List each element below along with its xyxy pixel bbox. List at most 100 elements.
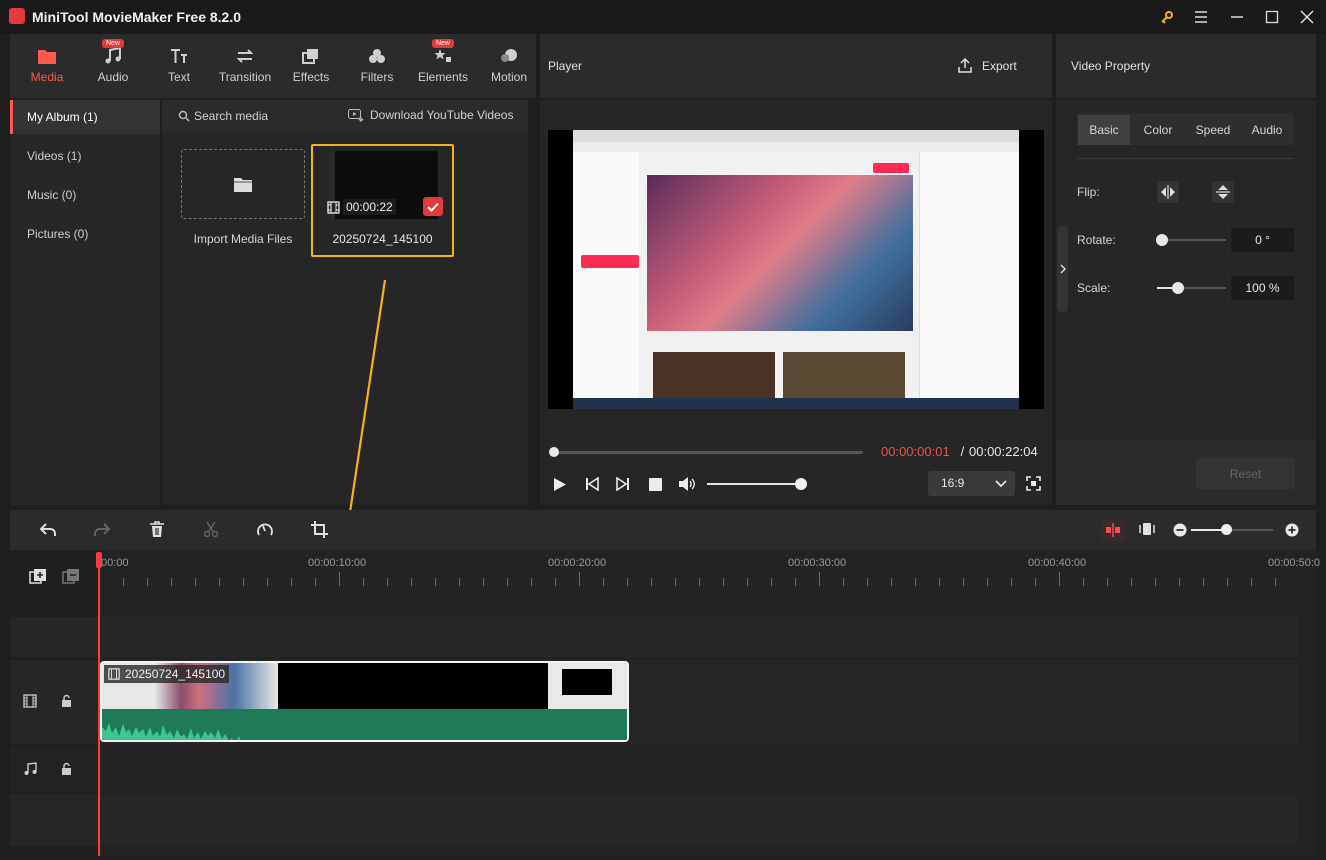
clip-label-box: 20250724_145100 (104, 665, 230, 683)
undo-icon[interactable] (39, 522, 57, 538)
delete-icon[interactable] (149, 521, 165, 538)
sidebar-item-music[interactable]: Music (0) (10, 178, 160, 212)
folder-icon (234, 177, 252, 192)
fullscreen-icon[interactable] (1026, 476, 1041, 491)
sidebar-item-my-album[interactable]: My Album (1) (10, 100, 160, 134)
flip-vertical-icon[interactable] (1212, 181, 1234, 203)
close-icon[interactable] (1296, 6, 1318, 28)
ruler-tick (507, 578, 508, 586)
tool-transition[interactable]: Transition (213, 34, 277, 98)
ruler-tick (675, 578, 676, 586)
flip-horizontal-icon[interactable] (1157, 181, 1179, 203)
key-icon[interactable] (1156, 6, 1178, 28)
player-title: Player (548, 59, 583, 73)
ruler-tick (1227, 578, 1228, 586)
ruler-tick (363, 578, 364, 586)
import-media-label: Import Media Files (193, 232, 293, 246)
play-icon[interactable] (553, 477, 567, 492)
ruler-tick (1083, 578, 1084, 586)
scale-value-input[interactable]: 100 % (1231, 276, 1294, 300)
elements-icon (434, 46, 452, 66)
folder-icon (37, 46, 57, 66)
timeline-playhead[interactable] (98, 552, 100, 856)
export-button[interactable]: Export (982, 59, 1017, 73)
lock-icon[interactable] (61, 762, 72, 776)
sidebar-item-pictures[interactable]: Pictures (0) (10, 217, 160, 251)
rotate-value-input[interactable]: 0 ° (1231, 228, 1294, 252)
ruler-tick (1035, 578, 1036, 586)
track-empty-row (10, 617, 1298, 657)
tool-text[interactable]: Text (147, 34, 211, 98)
rotate-knob[interactable] (1156, 234, 1168, 246)
playhead-knob[interactable] (549, 447, 559, 457)
aspect-ratio-select[interactable]: 16:9 (928, 471, 1015, 496)
player-header (540, 34, 1052, 98)
fit-timeline-icon[interactable] (1139, 521, 1155, 537)
sidebar-item-videos[interactable]: Videos (1) (10, 139, 160, 173)
volume-icon[interactable] (678, 476, 696, 492)
ruler-tick (555, 578, 556, 586)
stop-icon[interactable] (649, 478, 662, 491)
reset-button[interactable]: Reset (1196, 458, 1295, 489)
playhead-handle[interactable] (96, 552, 102, 568)
flip-label: Flip: (1077, 185, 1100, 199)
timeline-video-clip[interactable]: 20250724_145100 (100, 661, 629, 742)
download-youtube-button[interactable]: Download YouTube Videos (370, 108, 513, 122)
ruler-tick (867, 578, 868, 586)
tab-basic[interactable]: Basic (1078, 115, 1130, 145)
tool-label: Motion (490, 70, 528, 84)
media-toolbar: Media New Audio Text Transition Effects … (10, 34, 536, 98)
tool-media[interactable]: Media (15, 34, 79, 98)
menu-icon[interactable] (1190, 6, 1212, 28)
tool-elements[interactable]: New Elements (411, 34, 475, 98)
scissors-icon[interactable] (203, 521, 219, 538)
crop-icon[interactable] (311, 521, 328, 538)
scale-knob[interactable] (1172, 282, 1184, 294)
add-track-icon[interactable] (29, 568, 47, 586)
music-track (10, 746, 1298, 792)
previous-frame-icon[interactable] (585, 477, 599, 491)
playback-progress[interactable] (553, 451, 863, 454)
maximize-icon[interactable] (1261, 6, 1283, 28)
ruler-tick (771, 578, 772, 586)
tab-audio[interactable]: Audio (1241, 115, 1293, 145)
snap-icon[interactable] (1101, 519, 1125, 541)
tab-speed[interactable]: Speed (1187, 115, 1239, 145)
tool-motion[interactable]: Motion (477, 34, 541, 98)
ruler-label: 00:00:10:00 (308, 557, 367, 569)
ruler-tick (291, 578, 292, 586)
video-track-icon (23, 694, 37, 708)
media-clip-card[interactable]: 00:00:22 20250724_145100 (311, 144, 454, 257)
zoom-out-icon[interactable] (1173, 523, 1187, 537)
timeline-clip-name: 20250724_145100 (125, 667, 226, 681)
speed-icon[interactable] (256, 521, 274, 538)
ruler-tick (987, 578, 988, 586)
import-media-button[interactable] (181, 149, 305, 219)
zoom-in-icon[interactable] (1285, 523, 1299, 537)
minimize-icon[interactable] (1226, 6, 1248, 28)
ruler-tick (843, 578, 844, 586)
next-frame-icon[interactable] (616, 477, 630, 491)
tool-label: Text (167, 70, 190, 84)
aspect-ratio-value: 16:9 (941, 476, 965, 490)
tool-audio[interactable]: New Audio (81, 34, 145, 98)
collapse-panel-handle[interactable] (1057, 226, 1068, 312)
tool-label: Audio (97, 70, 129, 84)
lock-icon[interactable] (61, 694, 72, 708)
tool-filters[interactable]: Filters (345, 34, 409, 98)
volume-knob[interactable] (795, 478, 807, 490)
volume-slider[interactable] (707, 483, 803, 485)
ruler-tick (1251, 578, 1252, 586)
remove-track-icon[interactable] (62, 568, 80, 586)
transition-arrows-icon (236, 46, 254, 66)
tool-effects[interactable]: Effects (279, 34, 343, 98)
zoom-knob[interactable] (1221, 524, 1232, 535)
search-media-input[interactable]: Search media (194, 109, 268, 123)
ruler-tick (147, 578, 148, 586)
redo-icon[interactable] (93, 522, 111, 538)
tab-color[interactable]: Color (1132, 115, 1184, 145)
search-icon (178, 110, 190, 122)
preview-frame (573, 130, 1019, 409)
ruler-label: 00:00:20:00 (548, 557, 607, 569)
check-icon[interactable] (423, 197, 443, 216)
